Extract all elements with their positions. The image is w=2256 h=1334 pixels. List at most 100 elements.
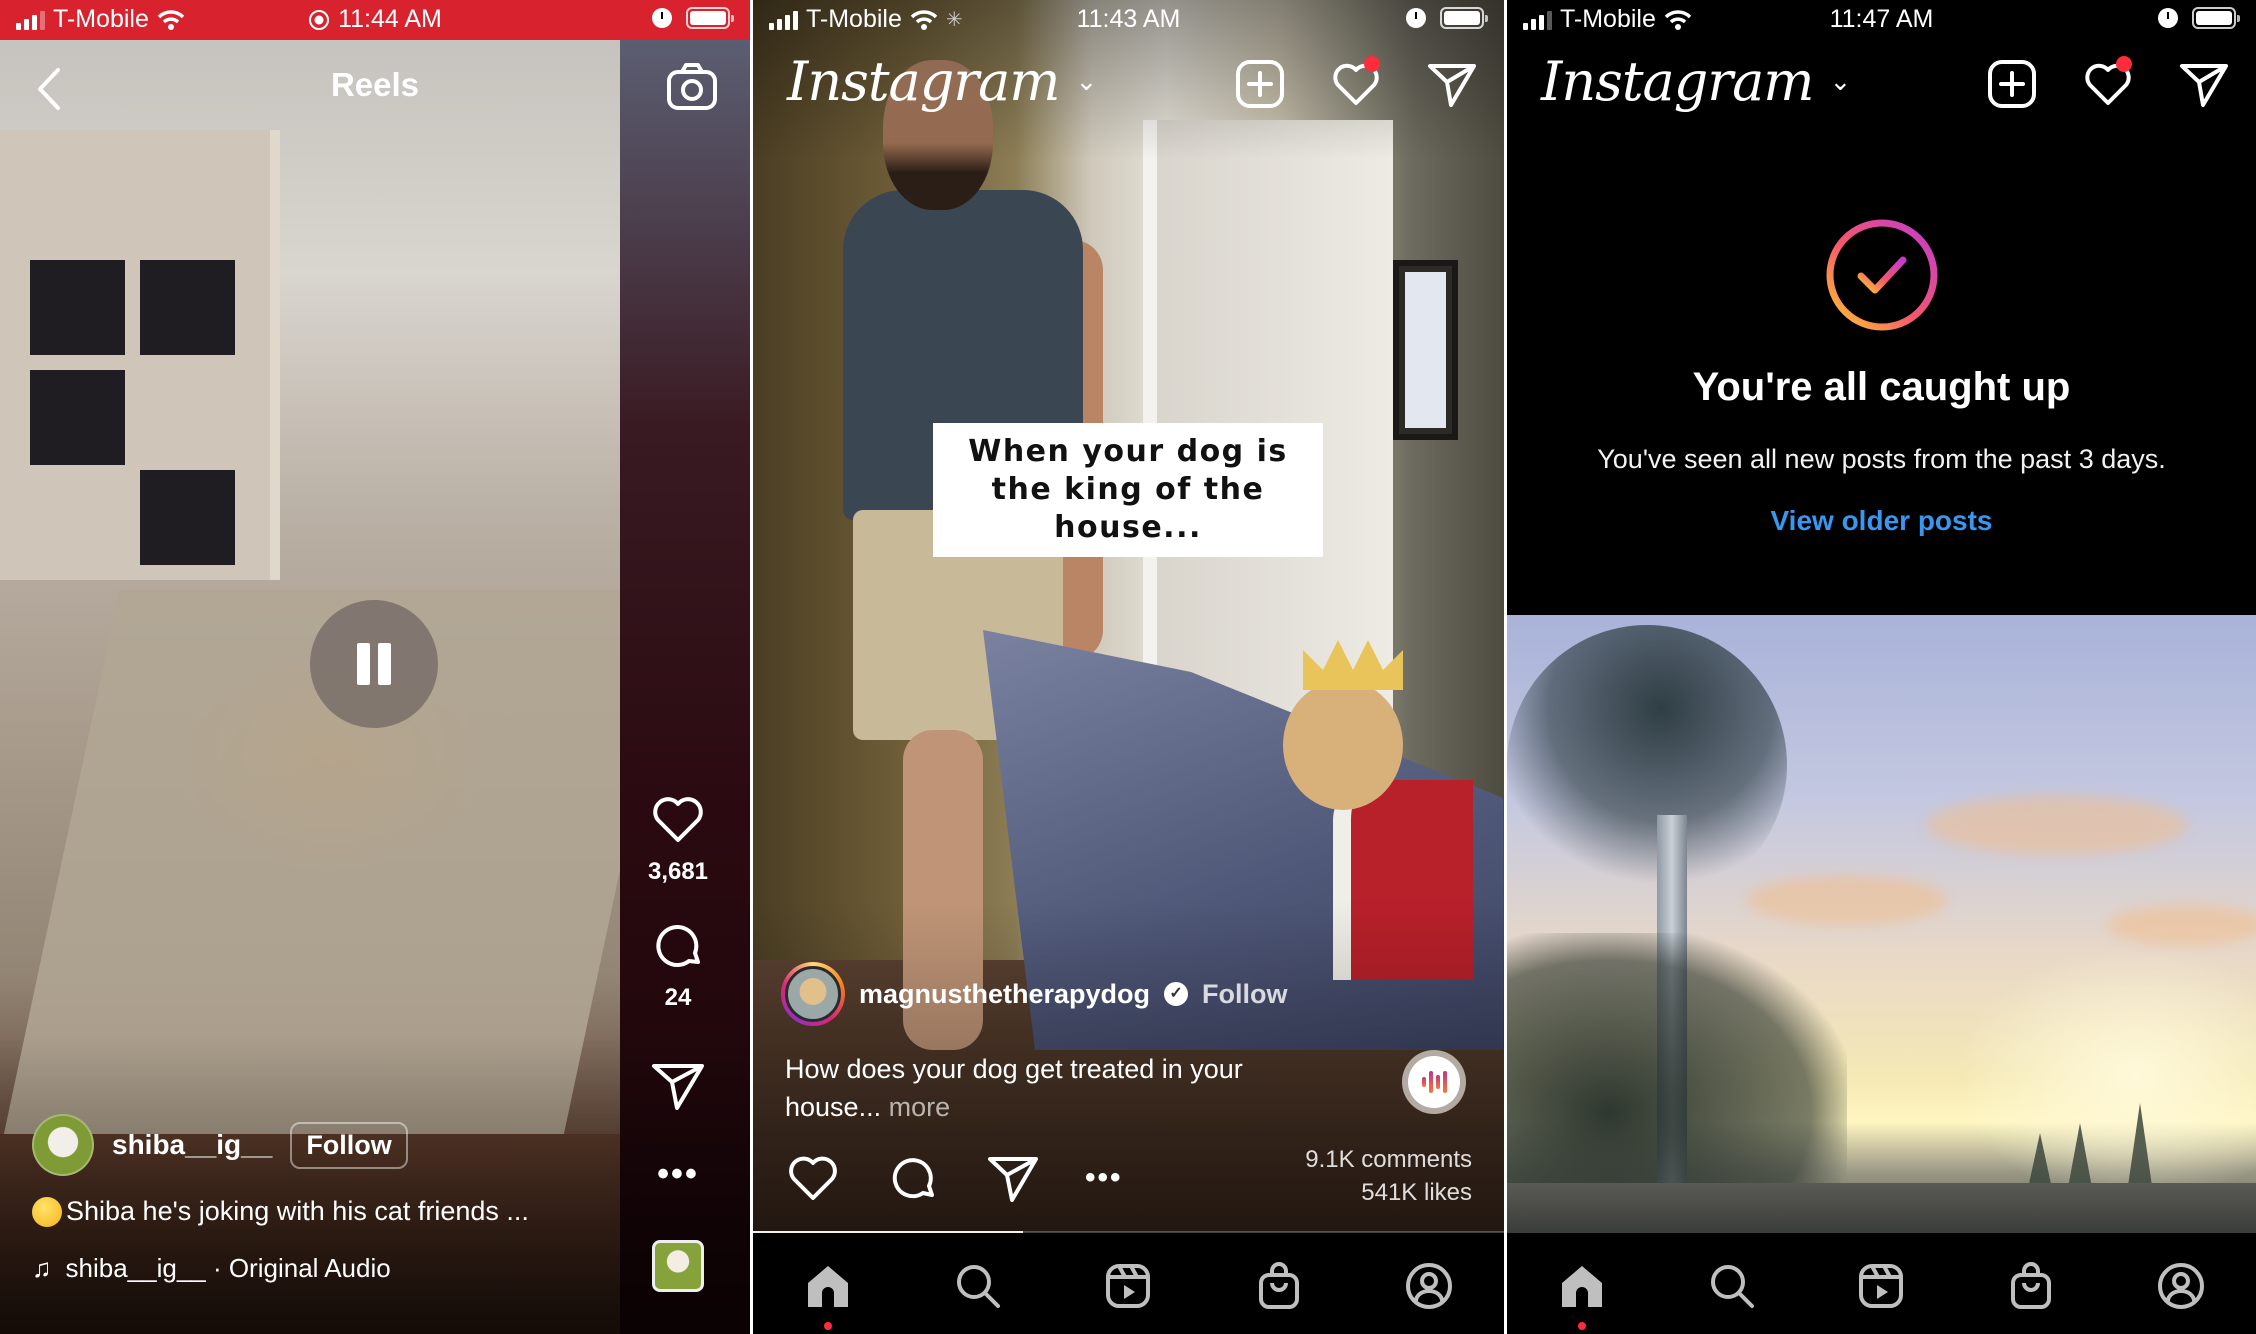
more-options-icon[interactable]: ••• (1085, 1161, 1123, 1195)
heart-icon[interactable] (649, 790, 707, 848)
comment-icon[interactable] (649, 916, 707, 974)
post-actions: ••• (785, 1150, 1123, 1206)
bottom-nav (753, 1233, 1504, 1334)
alarm-icon (2158, 8, 2178, 28)
new-post-icon[interactable] (1234, 58, 1286, 110)
battery-icon (2192, 7, 2240, 29)
pause-button[interactable] (310, 600, 438, 728)
nav-reels[interactable] (1851, 1261, 1911, 1321)
alarm-icon (652, 8, 672, 28)
search-icon (1710, 1265, 1754, 1308)
instagram-logo[interactable]: Instagram ⌄ (1541, 50, 1852, 113)
nav-home[interactable] (1552, 1261, 1612, 1330)
photo-palm-fronds (1507, 625, 1787, 905)
nav-shop[interactable] (1249, 1261, 1309, 1321)
logo-text: Instagram (1541, 50, 1814, 113)
more-options-icon[interactable]: ••• (657, 1157, 699, 1191)
shop-bag-icon (1258, 1262, 1299, 1309)
pause-icon-bar (378, 643, 391, 685)
heart-icon[interactable] (785, 1150, 841, 1206)
home-icon (1561, 1266, 1602, 1307)
follow-button[interactable]: Follow (290, 1121, 408, 1169)
screen-recording-icon (309, 9, 330, 30)
audio-label: shiba__ig__ · Original Audio (65, 1253, 391, 1283)
audio-bars-icon (1421, 1077, 1426, 1087)
caught-up-section: You're all caught up You've seen all new… (1507, 218, 2256, 537)
audio-attribution[interactable]: ♫ shiba__ig__ · Original Audio (32, 1253, 612, 1284)
share-icon[interactable] (649, 1056, 707, 1114)
direct-message-icon[interactable] (2178, 58, 2230, 110)
username[interactable]: shiba__ig__ (112, 1129, 272, 1161)
profile-icon (2158, 1263, 2205, 1309)
nav-reels[interactable] (1098, 1261, 1158, 1321)
post-image[interactable] (1507, 615, 2256, 1233)
caption[interactable]: Shiba he's joking with his cat friends .… (32, 1196, 612, 1227)
check-circle-icon (1826, 219, 1937, 331)
caption-text: How does your dog get treated in your ho… (785, 1054, 1243, 1122)
status-time: 11:43 AM (1076, 5, 1181, 33)
logo-text: Instagram (787, 50, 1060, 113)
nav-profile[interactable] (1399, 1261, 1459, 1321)
nav-active-dot (1577, 1322, 1586, 1330)
profile-icon (1405, 1263, 1452, 1309)
shop-bag-icon (2011, 1262, 2052, 1309)
chevron-down-icon: ⌄ (1829, 66, 1852, 97)
like-count: 3,681 (647, 858, 709, 885)
status-bar: T-Mobile 11:44 AM (0, 0, 750, 40)
activity-button[interactable] (1330, 56, 1382, 110)
status-time: 11:47 AM (1829, 5, 1934, 33)
app-header: Instagram ⌄ (753, 50, 1504, 130)
caption[interactable]: How does your dog get treated in your ho… (785, 1050, 1345, 1126)
camera-icon[interactable] (666, 60, 718, 112)
audio-thumbnail[interactable] (652, 1240, 704, 1292)
notification-dot (1364, 56, 1380, 72)
avatar[interactable] (781, 962, 845, 1026)
nav-home[interactable] (798, 1261, 858, 1330)
activity-button[interactable] (2082, 56, 2134, 110)
username[interactable]: magnusthetherapydog (859, 979, 1150, 1010)
caption-text: Shiba he's joking with his cat friends .… (66, 1196, 529, 1226)
photo-cloud (1927, 795, 2187, 855)
page-title: Reels (330, 66, 420, 103)
nav-profile[interactable] (2151, 1261, 2211, 1321)
audio-button[interactable] (1402, 1050, 1466, 1114)
video-background-shelf (0, 130, 280, 580)
app-header: Instagram ⌄ (1507, 50, 2256, 130)
reel-actions: 3,681 24 ••• (638, 790, 718, 1292)
comment-count[interactable]: 9.1K comments (1305, 1143, 1472, 1176)
post-stats: 9.1K comments 541K likes (1305, 1143, 1472, 1209)
like-count[interactable]: 541K likes (1305, 1176, 1472, 1209)
feed-screen-video: T-Mobile ✳ 11:43 AM Instagram ⌄ When you… (753, 0, 1504, 1334)
share-icon[interactable] (985, 1150, 1041, 1206)
reels-icon (1106, 1264, 1151, 1308)
nav-search[interactable] (948, 1261, 1008, 1321)
nav-active-dot (824, 1322, 833, 1330)
comment-count: 24 (664, 984, 692, 1011)
view-older-posts-link[interactable]: View older posts (1771, 505, 1993, 537)
comment-icon[interactable] (885, 1150, 941, 1206)
nav-shop[interactable] (2001, 1261, 2061, 1321)
battery-icon (686, 7, 734, 29)
new-post-icon[interactable] (1986, 58, 2038, 110)
more-link[interactable]: more (889, 1092, 951, 1122)
home-icon (808, 1266, 849, 1307)
reel-info: shiba__ig__ Follow Shiba he's joking wit… (32, 1114, 612, 1284)
chevron-down-icon: ⌄ (1075, 66, 1098, 97)
video-dog (1273, 640, 1473, 980)
direct-message-icon[interactable] (1426, 58, 1478, 110)
status-time: 11:44 AM (338, 5, 442, 33)
caught-up-subtitle: You've seen all new posts from the past … (1597, 444, 2166, 474)
avatar[interactable] (32, 1114, 94, 1176)
music-note-icon: ♫ (32, 1253, 52, 1283)
alarm-icon (1406, 8, 1426, 28)
search-icon (957, 1265, 1001, 1308)
bottom-nav (1507, 1233, 2256, 1334)
follow-button[interactable]: Follow (1202, 979, 1287, 1010)
video-text-overlay: When your dog is the king of the house..… (933, 423, 1323, 557)
feed-screen-caught-up: T-Mobile 11:47 AM Instagram ⌄ You're all… (1507, 0, 2256, 1334)
instagram-logo[interactable]: Instagram ⌄ (787, 50, 1098, 113)
photo-cloud (1747, 875, 1947, 925)
status-bar: T-Mobile 11:47 AM (1507, 0, 2256, 40)
video-background-picture (1393, 260, 1458, 440)
nav-search[interactable] (1702, 1261, 1762, 1321)
